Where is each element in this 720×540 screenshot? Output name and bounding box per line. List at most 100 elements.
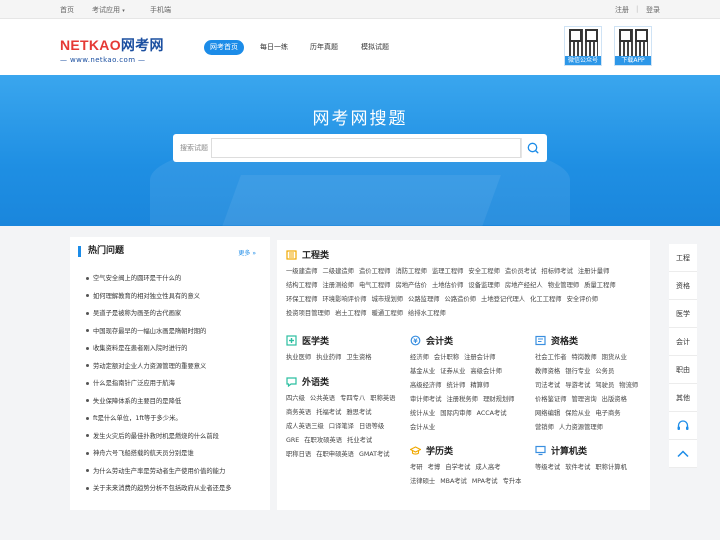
exam-link[interactable]: MBA考试 (440, 475, 467, 489)
exam-link[interactable]: 审计师考试 (410, 393, 441, 407)
exam-link[interactable]: ACCA考试 (477, 407, 507, 421)
exam-link[interactable]: 会计职称 (434, 351, 459, 365)
exam-link[interactable]: 价格鉴证师 (535, 393, 566, 407)
exam-link[interactable]: 托业考试 (347, 434, 372, 448)
top-link-home[interactable]: 首页 (60, 5, 74, 15)
exam-link[interactable]: 消防工程师 (395, 265, 426, 279)
exam-link[interactable]: 国际内审师 (440, 407, 471, 421)
exam-link[interactable]: 公路监理师 (408, 293, 439, 307)
exam-link[interactable]: 注册测绘师 (322, 279, 353, 293)
customer-service-button[interactable] (669, 412, 697, 440)
exam-link[interactable]: 土地登记代理人 (481, 293, 525, 307)
sidebar-item-other[interactable]: 其他 (669, 384, 697, 412)
exam-link[interactable]: 环境影响评价师 (322, 293, 366, 307)
exam-link[interactable]: 注册计量师 (578, 265, 609, 279)
exam-link[interactable]: GRE (286, 434, 299, 448)
sidebar-item-accounting[interactable]: 会计 (669, 328, 697, 356)
list-item[interactable]: 劳动定额对企业人力资源管理的重要意义 (86, 358, 266, 376)
exam-link[interactable]: 执业药师 (316, 351, 341, 365)
list-item[interactable]: 为什么劳动生产率是劳动者生产使用价值的能力 (86, 463, 266, 481)
exam-link[interactable]: 房地产经纪人 (505, 279, 543, 293)
list-item[interactable]: 神舟六号飞船搭载的航天员分别是谁 (86, 445, 266, 463)
register-link[interactable]: 注册 (615, 5, 629, 15)
exam-link[interactable]: 经济师 (410, 351, 429, 365)
list-item[interactable]: 中国现存最早的一幅山水画是隋朝时期的 (86, 323, 266, 341)
exam-link[interactable]: 高级经济师 (410, 379, 441, 393)
exam-link[interactable]: 日语等级 (359, 420, 384, 434)
exam-link[interactable]: 职称日语 (286, 448, 311, 462)
nav-mock-exams[interactable]: 模拟试题 (355, 40, 395, 55)
sidebar-item-medical[interactable]: 医学 (669, 300, 697, 328)
list-item[interactable]: ft是什么单位，1ft等于多少米。 (86, 410, 266, 428)
exam-link[interactable]: 职称计算机 (595, 461, 626, 475)
exam-link[interactable]: 房地产估价 (395, 279, 426, 293)
back-to-top-button[interactable] (669, 440, 697, 468)
exam-link[interactable]: 托福考试 (316, 406, 341, 420)
exam-link[interactable]: 安全评价师 (567, 293, 598, 307)
more-link[interactable]: 更多 » (238, 248, 256, 257)
exam-link[interactable]: 四六级 (286, 392, 305, 406)
exam-link[interactable]: 执业医师 (286, 351, 311, 365)
exam-link[interactable]: 营销师 (535, 421, 554, 435)
list-item[interactable]: 空气安全阀上的圆环是干什么的 (86, 270, 266, 288)
search-button[interactable] (521, 138, 543, 158)
exam-link[interactable]: 造价员考试 (505, 265, 536, 279)
exam-link[interactable]: 法律硕士 (410, 475, 435, 489)
exam-link[interactable]: 成人高考 (475, 461, 500, 475)
exam-link[interactable]: 电子商务 (595, 407, 620, 421)
sidebar-item-qualification[interactable]: 资格 (669, 272, 697, 300)
wechat-qr[interactable]: 微信公众号 (564, 26, 602, 66)
exam-link[interactable]: 质量工程师 (584, 279, 615, 293)
exam-link[interactable]: 会计从业 (410, 421, 435, 435)
exam-link[interactable]: 化工工程师 (530, 293, 561, 307)
exam-link[interactable]: 驾驶员 (595, 379, 614, 393)
nav-daily-practice[interactable]: 每日一练 (254, 40, 294, 55)
exam-link[interactable]: 特岗教师 (571, 351, 596, 365)
logo[interactable]: NETKAO网考网 — www.netkao.com — (60, 35, 164, 64)
exam-link[interactable]: 结构工程师 (286, 279, 317, 293)
exam-link[interactable]: 理财规划师 (483, 393, 514, 407)
exam-link[interactable]: 公路造价师 (445, 293, 476, 307)
exam-link[interactable]: 暖通工程师 (372, 307, 403, 321)
exam-link[interactable]: 卫生资格 (346, 351, 371, 365)
exam-link[interactable]: 环保工程师 (286, 293, 317, 307)
exam-link[interactable]: 公共英语 (310, 392, 335, 406)
nav-past-papers[interactable]: 历年真题 (304, 40, 344, 55)
exam-link[interactable]: 自学考试 (445, 461, 470, 475)
exam-link[interactable]: 证券从业 (440, 365, 465, 379)
exam-link[interactable]: MPA考试 (472, 475, 498, 489)
exam-link[interactable]: 招标师考试 (541, 265, 572, 279)
list-item[interactable]: 如何理解教育的相对独立性具有的意义 (86, 288, 266, 306)
exam-link[interactable]: 出版资格 (602, 393, 627, 407)
exam-link[interactable]: 高级会计师 (470, 365, 501, 379)
exam-link[interactable]: 物业管理师 (548, 279, 579, 293)
exam-link[interactable]: 专升本 (503, 475, 522, 489)
exam-link[interactable]: 雅思考试 (346, 406, 371, 420)
exam-link[interactable]: 软件考试 (565, 461, 590, 475)
exam-link[interactable]: 统计师 (446, 379, 465, 393)
exam-link[interactable]: 二级建造师 (322, 265, 353, 279)
exam-link[interactable]: 专四专八 (340, 392, 365, 406)
exam-link[interactable]: 安全工程师 (468, 265, 499, 279)
exam-link[interactable]: 土地估价师 (432, 279, 463, 293)
exam-link[interactable]: 电气工程师 (359, 279, 390, 293)
exam-link[interactable]: 期货从业 (602, 351, 627, 365)
exam-link[interactable]: 统计从业 (410, 407, 435, 421)
list-item[interactable]: 失业保障体系的主要目的是降低 (86, 393, 266, 411)
exam-link[interactable]: 设备监理师 (468, 279, 499, 293)
exam-link[interactable]: 教师资格 (535, 365, 560, 379)
exam-link[interactable]: 投资项目管理师 (286, 307, 330, 321)
exam-link[interactable]: 考研 (410, 461, 423, 475)
exam-link[interactable]: 给排水工程师 (408, 307, 446, 321)
exam-link[interactable]: 司法考试 (535, 379, 560, 393)
exam-link[interactable]: 注册会计师 (464, 351, 495, 365)
exam-link[interactable]: 管理咨询 (571, 393, 596, 407)
exam-link[interactable]: 网络编辑 (535, 407, 560, 421)
exam-link[interactable]: 精算师 (470, 379, 489, 393)
exam-link[interactable]: 在职攻硕英语 (304, 434, 342, 448)
exam-link[interactable]: 商务英语 (286, 406, 311, 420)
exam-link[interactable]: 社会工作者 (535, 351, 566, 365)
list-item[interactable]: 什么是指南针广泛应用于航海 (86, 375, 266, 393)
sidebar-item-career[interactable]: 职由 (669, 356, 697, 384)
exam-link[interactable]: GMAT考试 (359, 448, 390, 462)
